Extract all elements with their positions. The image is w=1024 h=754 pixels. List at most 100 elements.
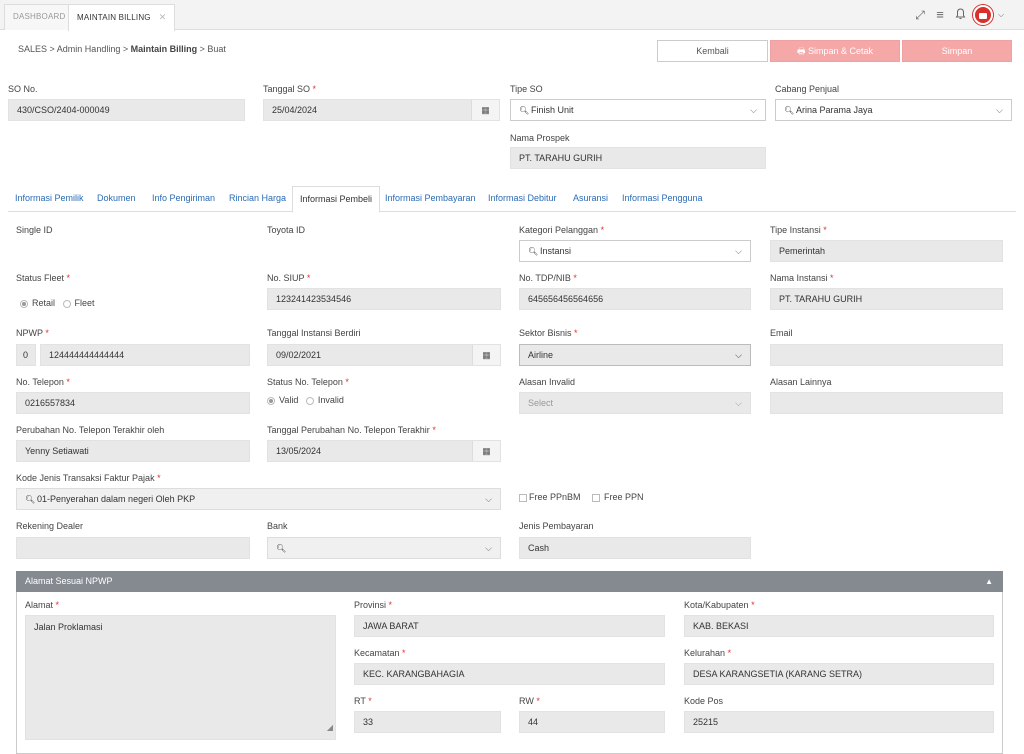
tab-maintain-billing[interactable]: MAINTAIN BILLING ✕ [68, 4, 176, 31]
cabang-value: Arina Parama Jaya [796, 105, 873, 115]
search-icon: 🔍︎ [528, 247, 539, 256]
alasan-invalid-select[interactable]: Select ⌵ [519, 392, 751, 414]
save-button[interactable]: Simpan [902, 40, 1012, 62]
tipe-instansi-label: Tipe Instansi * [770, 225, 827, 235]
alamat-label: Alamat * [25, 600, 60, 610]
invalid-radio[interactable] [305, 396, 314, 405]
retail-label: Retail [32, 298, 56, 308]
chevron-down-icon: ⌵ [750, 105, 757, 115]
tab-informasi-pemilik[interactable]: Informasi Pemilik [8, 186, 91, 212]
tdp-field[interactable]: 645656456564656 [519, 288, 751, 310]
chevron-down-icon: ⌵ [996, 105, 1003, 115]
free-ppnbm-checkbox[interactable] [519, 493, 527, 502]
perubahan-label: Perubahan No. Telepon Terakhir oleh [16, 425, 165, 435]
breadcrumb-sales[interactable]: SALES [18, 44, 47, 54]
rt-field[interactable]: 33 [354, 711, 501, 733]
perubahan-field: Yenny Setiawati [16, 440, 250, 462]
tab-maintain-billing-label: MAINTAIN BILLING [77, 13, 151, 22]
tanggal-so-value: 25/04/2024 [272, 105, 318, 115]
chevron-down-icon: ⌵ [735, 350, 742, 360]
free-ppn-label: Free PPN [604, 492, 644, 502]
chevron-down-icon[interactable]: ⌵ [994, 8, 1008, 22]
tab-asuransi[interactable]: Asuransi [566, 186, 615, 212]
section-tabs: Informasi Pemilik Dokumen Info Pengirima… [8, 186, 1016, 213]
alamat-value: Jalan Proklamasi [34, 622, 103, 632]
tgl-perubahan-field[interactable]: 13/05/2024 ▦ [267, 440, 501, 462]
tanggal-so-label: Tanggal SO * [263, 84, 317, 94]
tgl-berdiri-label: Tanggal Instansi Berdiri [267, 328, 361, 338]
status-fleet-label: Status Fleet * [16, 273, 71, 283]
tab-dashboard-label: DASHBOARD [13, 12, 66, 21]
bank-label: Bank [267, 521, 288, 531]
tanggal-so-field[interactable]: 25/04/2024 ▦ [263, 99, 500, 121]
rekening-label: Rekening Dealer [16, 521, 84, 531]
rw-label: RW * [519, 696, 540, 706]
nama-instansi-label: Nama Instansi * [770, 273, 834, 283]
calendar-icon[interactable]: ▦ [472, 345, 500, 365]
email-field[interactable] [770, 344, 1003, 366]
kategori-label: Kategori Pelanggan * [519, 225, 605, 235]
cabang-select[interactable]: 🔍︎ Arina Parama Jaya ⌵ [775, 99, 1012, 121]
tgl-perubahan-value: 13/05/2024 [276, 446, 322, 456]
free-ppn-checkbox[interactable] [592, 493, 600, 502]
fullscreen-icon[interactable]: ⤢ [913, 8, 927, 22]
telp-field[interactable]: 0216557834 [16, 392, 250, 414]
npwp-field[interactable]: 124444444444444 [40, 344, 250, 366]
kode-select[interactable]: 🔍︎ 01-Penyerahan dalam negeri Oleh PKP ⌵ [16, 488, 501, 510]
tab-informasi-pengguna[interactable]: Informasi Pengguna [615, 186, 710, 212]
tgl-berdiri-field[interactable]: 09/02/2021 ▦ [267, 344, 501, 366]
tab-dokumen[interactable]: Dokumen [90, 186, 143, 212]
save-print-label: Simpan & Cetak [807, 46, 874, 56]
valid-radio[interactable] [267, 396, 275, 405]
sektor-select[interactable]: Airline ⌵ [519, 344, 751, 366]
tab-informasi-debitur[interactable]: Informasi Debitur [481, 186, 564, 212]
npwp-prefix-field[interactable]: 0 [16, 344, 36, 366]
resize-handle-icon[interactable]: ◢ [327, 717, 333, 739]
close-icon[interactable]: ✕ [159, 12, 167, 22]
status-telp-label: Status No. Telepon * [267, 377, 349, 387]
tab-informasi-pembayaran[interactable]: Informasi Pembayaran [378, 186, 483, 212]
free-ppn-option[interactable]: Free PPN [592, 492, 644, 502]
tab-dashboard[interactable]: DASHBOARD [4, 4, 75, 30]
chevron-down-icon: ⌵ [485, 494, 492, 504]
breadcrumb-admin-handling[interactable]: Admin Handling [57, 44, 121, 54]
nama-instansi-field[interactable]: PT. TARAHU GURIH [770, 288, 1003, 310]
tab-rincian-harga[interactable]: Rincian Harga [222, 186, 293, 212]
breadcrumb-current: Buat [207, 44, 226, 54]
caret-up-icon[interactable]: ▲ [985, 571, 993, 592]
alasan-lain-field[interactable] [770, 392, 1003, 414]
address-panel-header[interactable]: Alamat Sesuai NPWP ▲ [16, 571, 1003, 592]
siup-field[interactable]: 123241423534546 [267, 288, 501, 310]
tdp-label: No. TDP/NIB * [519, 273, 577, 283]
tipe-so-select[interactable]: 🔍︎ Finish Unit ⌵ [510, 99, 766, 121]
tab-info-pengiriman[interactable]: Info Pengiriman [145, 186, 222, 212]
bank-select[interactable]: 🔍︎ ⌵ [267, 537, 501, 559]
single-id-label: Single ID [16, 225, 53, 235]
retail-radio[interactable] [20, 299, 28, 308]
search-icon: 🔍︎ [784, 106, 795, 115]
tipe-so-label: Tipe SO [510, 84, 543, 94]
calendar-icon[interactable]: ▦ [471, 100, 499, 120]
fleet-label: Fleet [74, 298, 95, 308]
back-button[interactable]: Kembali [657, 40, 768, 62]
calendar-icon[interactable]: ▦ [472, 441, 500, 461]
kota-label: Kota/Kabupaten * [684, 600, 755, 610]
provinsi-label: Provinsi * [354, 600, 393, 610]
alamat-textarea[interactable]: Jalan Proklamasi ◢ [25, 615, 336, 740]
rekening-field[interactable] [16, 537, 250, 559]
email-label: Email [770, 328, 793, 338]
fleet-radio[interactable] [62, 299, 71, 308]
kategori-select[interactable]: 🔍︎ Instansi ⌵ [519, 240, 751, 262]
bell-icon[interactable] [953, 8, 967, 22]
avatar[interactable] [973, 5, 993, 25]
menu-icon[interactable]: ≡ [933, 8, 947, 22]
rw-field[interactable]: 44 [519, 711, 665, 733]
npwp-label: NPWP * [16, 328, 49, 338]
save-print-button[interactable]: 🖶 Simpan & Cetak [770, 40, 900, 62]
chevron-down-icon: ⌵ [485, 543, 492, 553]
sektor-label: Sektor Bisnis * [519, 328, 578, 338]
so-no-field: 430/CSO/2404-000049 [8, 99, 245, 121]
tab-informasi-pembeli[interactable]: Informasi Pembeli [292, 186, 381, 213]
breadcrumb-maintain-billing[interactable]: Maintain Billing [131, 44, 198, 54]
free-ppnbm-option[interactable]: Free PPnBM [519, 492, 581, 502]
